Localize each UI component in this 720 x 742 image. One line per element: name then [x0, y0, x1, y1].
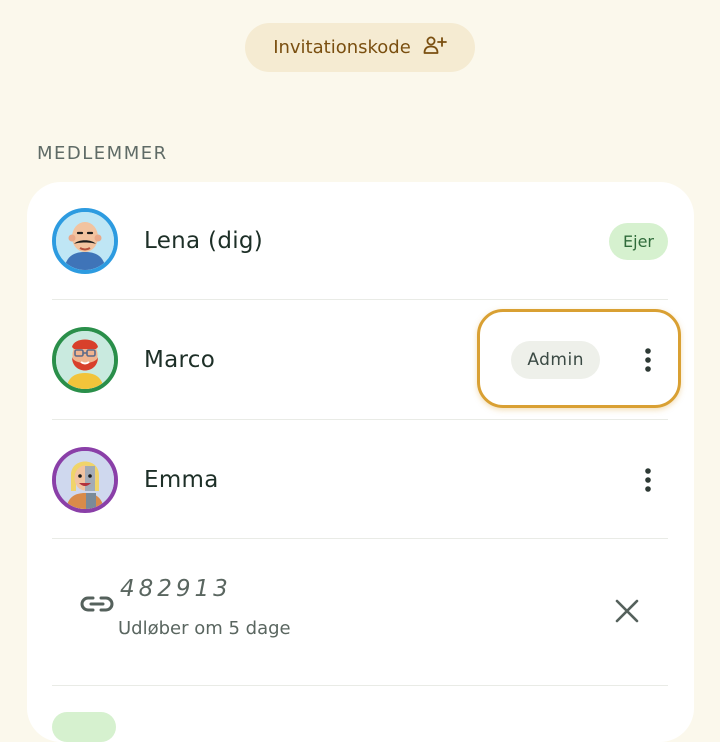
invite-code-row: 482913 Udløber om 5 dage	[52, 576, 668, 656]
owner-badge: Ejer	[609, 222, 668, 260]
next-item-badge	[52, 712, 116, 742]
invite-code-expiry: Udløber om 5 dage	[118, 618, 291, 639]
members-card: Lena (dig) Ejer Marco Admin Emma	[27, 182, 694, 742]
member-row-lena[interactable]: Lena (dig) Ejer	[52, 208, 668, 274]
admin-badge: Admin	[511, 341, 600, 379]
divider	[52, 538, 668, 539]
member-row-emma[interactable]: Emma	[52, 447, 668, 513]
divider	[52, 685, 668, 686]
avatar	[52, 208, 118, 274]
more-options-button[interactable]	[628, 340, 668, 380]
member-name: Lena (dig)	[144, 228, 264, 254]
person-add-icon	[423, 35, 447, 60]
more-vert-icon	[645, 348, 651, 372]
more-vert-icon	[645, 468, 651, 492]
member-row-marco[interactable]: Marco Admin	[52, 327, 668, 393]
divider	[52, 419, 668, 420]
divider	[52, 299, 668, 300]
close-icon	[615, 599, 639, 623]
invitation-code-button[interactable]: Invitationskode	[245, 23, 475, 72]
member-name: Emma	[144, 467, 219, 493]
members-section-title: MEDLEMMER	[37, 143, 168, 164]
more-options-button[interactable]	[628, 460, 668, 500]
invitation-code-label: Invitationskode	[273, 37, 411, 58]
invite-code-value: 482913	[120, 576, 232, 602]
avatar	[52, 327, 118, 393]
avatar	[52, 447, 118, 513]
revoke-code-button[interactable]	[614, 598, 640, 628]
link-icon	[79, 594, 115, 618]
member-name: Marco	[144, 347, 216, 373]
